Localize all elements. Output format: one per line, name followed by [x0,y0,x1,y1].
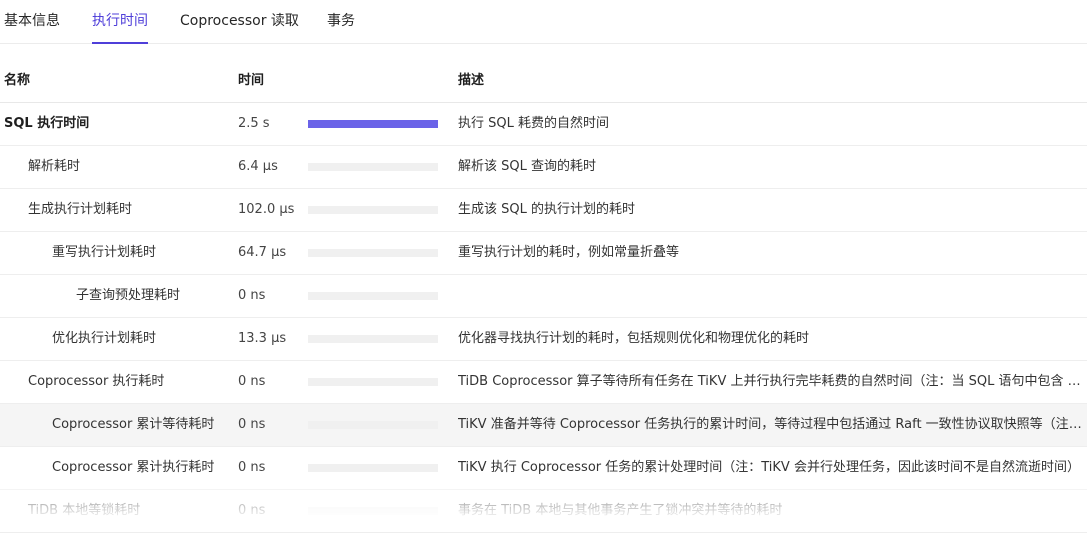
time-bar [308,464,438,472]
row-name: Coprocessor 执行耗时 [28,374,165,389]
table-row[interactable]: 优化执行计划耗时 13.3 µs 优化器寻找执行计划的耗时，包括规则优化和物理优… [0,318,1087,361]
row-time: 13.3 µs [238,331,287,346]
table-row[interactable]: Coprocessor 执行耗时 0 ns TiDB Coprocessor 算… [0,361,1087,404]
column-header-name: 名称 [4,73,31,88]
table-row[interactable]: Coprocessor 累计执行耗时 0 ns TiKV 执行 Coproces… [0,447,1087,490]
row-name: 优化执行计划耗时 [52,331,157,346]
table-row[interactable]: 子查询预处理耗时 0 ns [0,275,1087,318]
execution-time-table: 名称 时间 描述 SQL 执行时间 2.5 s 执行 SQL 耗费的自然时间 解… [0,59,1087,533]
row-name: SQL 执行时间 [4,116,90,131]
time-bar [308,507,438,515]
time-bar [308,120,438,128]
row-name: Coprocessor 累计等待耗时 [52,417,215,432]
row-name: TiDB 本地等锁耗时 [28,503,141,518]
row-time: 0 ns [238,288,266,303]
time-bar [308,421,438,429]
row-time: 64.7 µs [238,245,287,260]
row-time: 0 ns [238,460,266,475]
tab-bar: 基本信息 执行时间 Coprocessor 读取 事务 [0,0,1087,44]
time-bar [308,249,438,257]
table-row[interactable]: 解析耗时 6.4 µs 解析该 SQL 查询的耗时 [0,146,1087,189]
column-header-time: 时间 [238,73,265,88]
row-time: 0 ns [238,417,266,432]
row-name: 子查询预处理耗时 [76,288,181,303]
row-description: TiKV 准备并等待 Coprocessor 任务执行的累计时间，等待过程中包括… [458,417,1083,432]
row-description: 事务在 TiDB 本地与其他事务产生了锁冲突并等待的耗时 [458,503,783,518]
row-description: 执行 SQL 耗费的自然时间 [458,116,609,131]
table-header: 名称 时间 描述 [0,59,1087,103]
table-row[interactable]: TiDB 本地等锁耗时 0 ns 事务在 TiDB 本地与其他事务产生了锁冲突并… [0,490,1087,533]
column-header-description: 描述 [458,73,485,88]
row-name: Coprocessor 累计执行耗时 [52,460,215,475]
row-time: 102.0 µs [238,202,295,217]
table-row[interactable]: 重写执行计划耗时 64.7 µs 重写执行计划的耗时，例如常量折叠等 [0,232,1087,275]
table-row-hovered[interactable]: Coprocessor 累计等待耗时 0 ns TiKV 准备并等待 Copro… [0,404,1087,447]
row-description: TiDB Coprocessor 算子等待所有任务在 TiKV 上并行执行完毕耗… [458,374,1083,389]
row-name: 生成执行计划耗时 [28,202,133,217]
row-description: 优化器寻找执行计划的耗时，包括规则优化和物理优化的耗时 [458,331,810,346]
table-row[interactable]: SQL 执行时间 2.5 s 执行 SQL 耗费的自然时间 [0,103,1087,146]
row-description: TiKV 执行 Coprocessor 任务的累计处理时间（注：TiKV 会并行… [458,460,1080,475]
tab-transaction[interactable]: 事务 [327,0,355,44]
row-time: 0 ns [238,503,266,518]
row-description: 生成该 SQL 的执行计划的耗时 [458,202,635,217]
row-time: 2.5 s [238,116,270,131]
tab-execution-time[interactable]: 执行时间 [92,0,148,44]
time-bar [308,206,438,214]
row-description: 重写执行计划的耗时，例如常量折叠等 [458,245,680,260]
time-bar [308,378,438,386]
time-bar [308,335,438,343]
time-bar [308,292,438,300]
tab-coprocessor-read[interactable]: Coprocessor 读取 [180,0,299,44]
time-bar [308,163,438,171]
row-name: 重写执行计划耗时 [52,245,157,260]
row-time: 6.4 µs [238,159,278,174]
row-name: 解析耗时 [28,159,81,174]
tab-basic-info[interactable]: 基本信息 [4,0,60,44]
row-description: 解析该 SQL 查询的耗时 [458,159,596,174]
row-time: 0 ns [238,374,266,389]
table-row[interactable]: 生成执行计划耗时 102.0 µs 生成该 SQL 的执行计划的耗时 [0,189,1087,232]
